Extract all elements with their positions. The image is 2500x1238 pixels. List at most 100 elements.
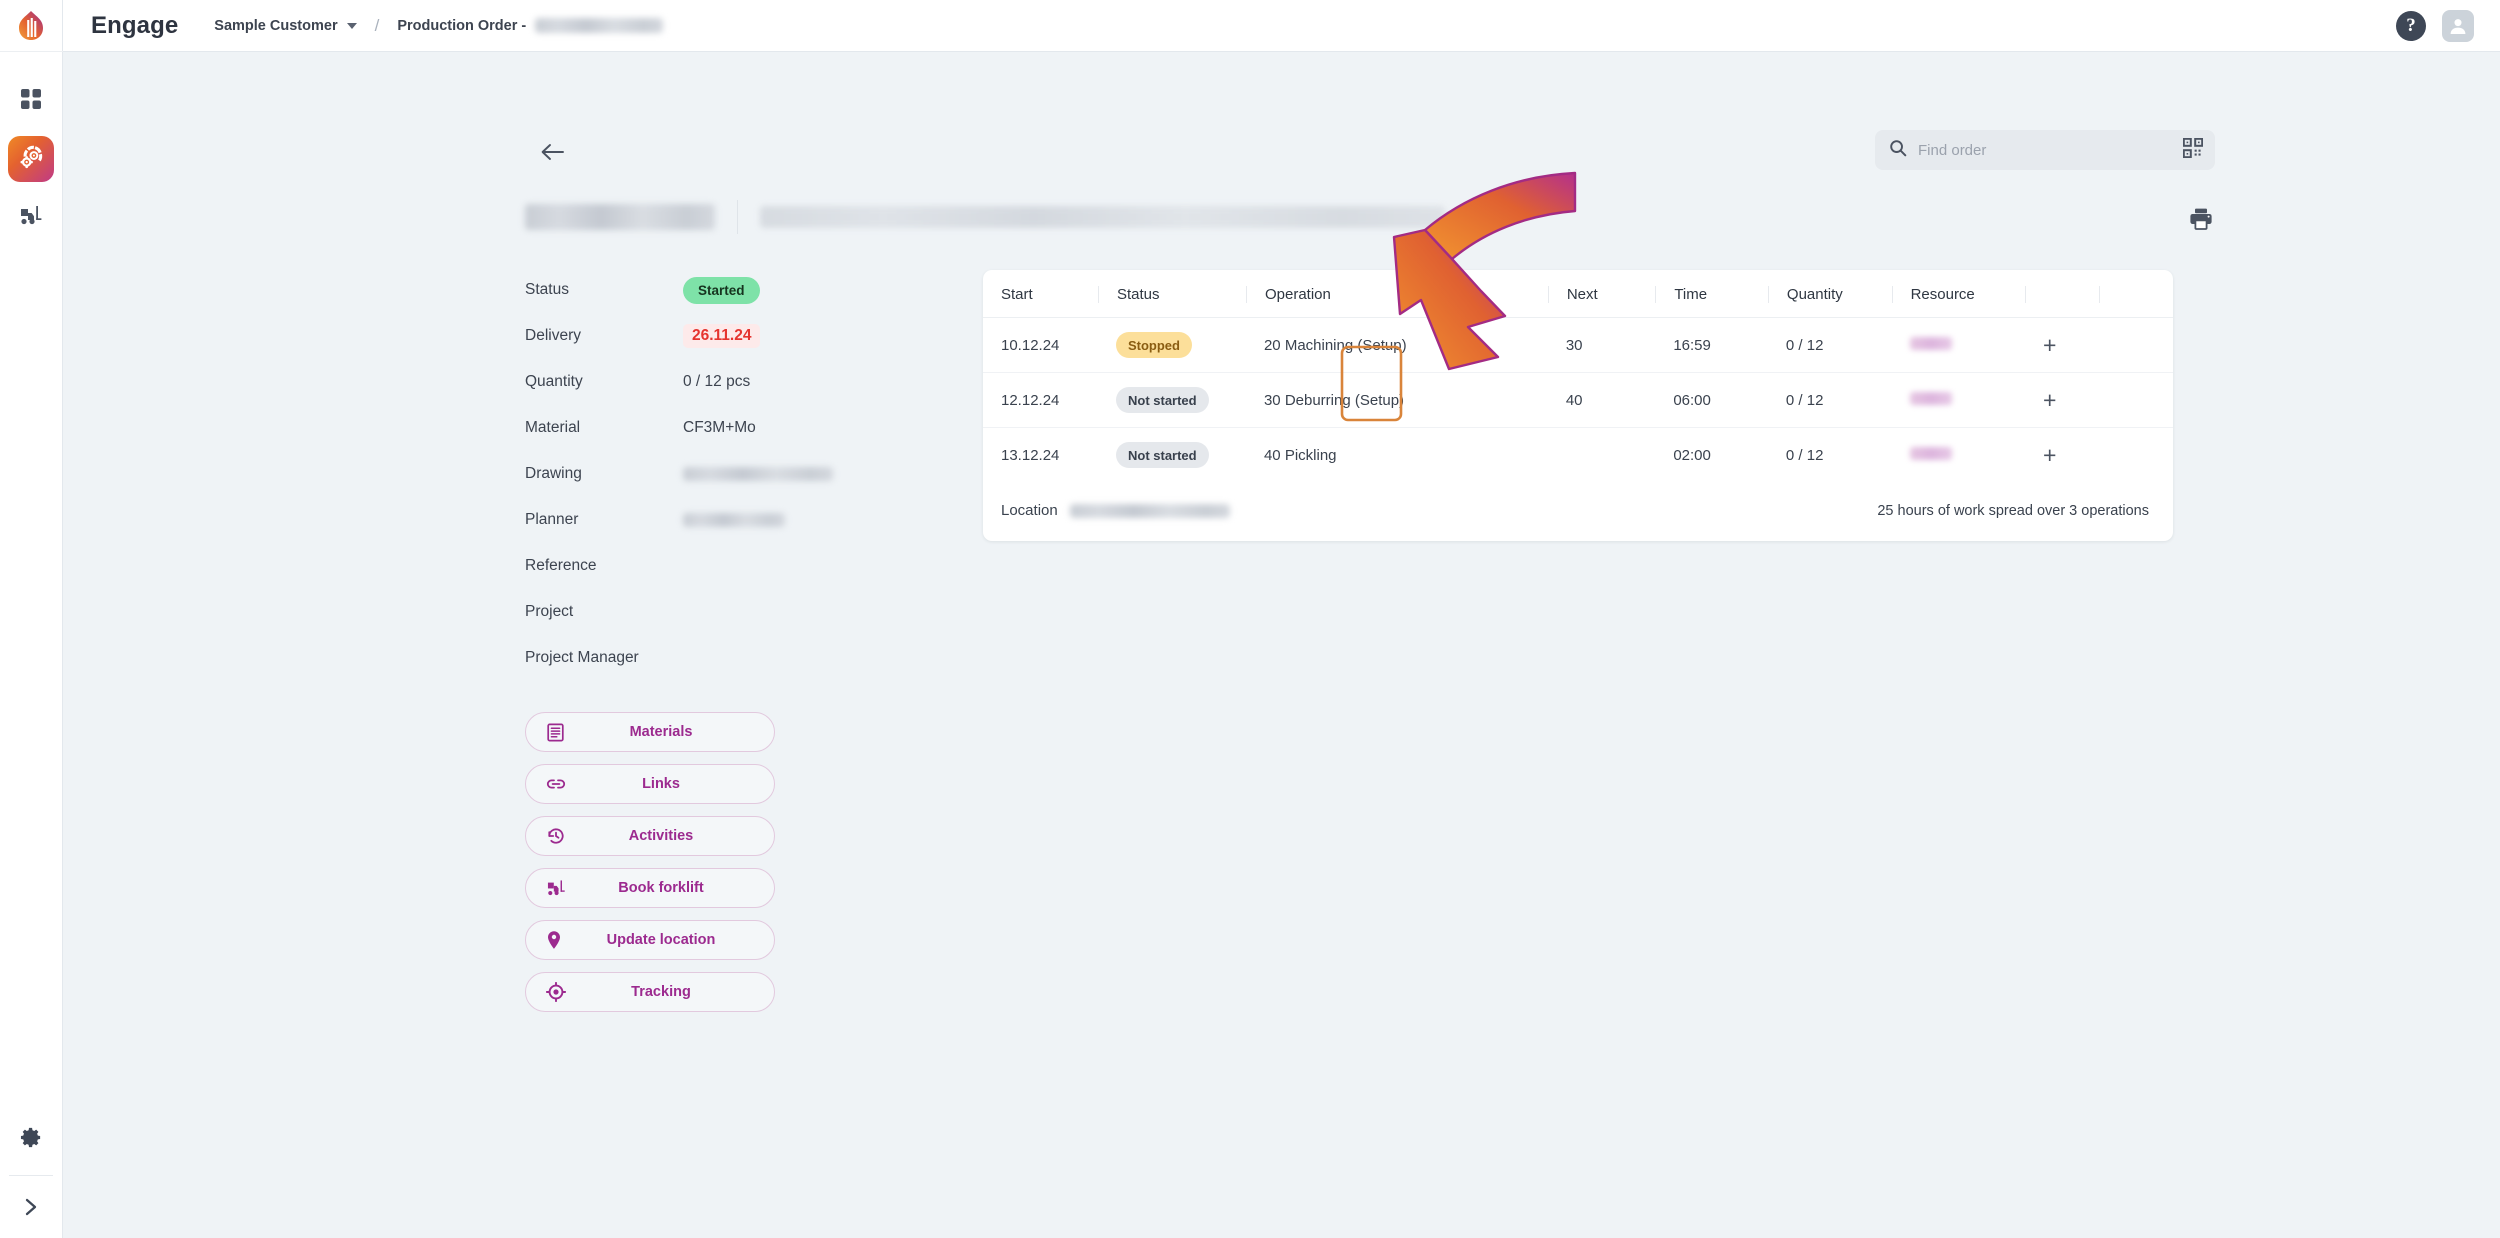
cell-quantity: 0 / 12 <box>1767 372 1892 428</box>
detail-label: Project Manager <box>525 649 639 666</box>
column-header-resource[interactable]: Resource <box>1891 270 2026 318</box>
expand-sidebar-button[interactable] <box>8 1186 54 1232</box>
left-nav-rail <box>0 0 63 1238</box>
map-pin-icon <box>546 930 562 950</box>
detail-row-drawing: Drawing <box>525 451 855 497</box>
cell-resource <box>1892 428 2025 483</box>
user-avatar-icon[interactable] <box>2442 9 2474 42</box>
detail-label: Status <box>525 281 569 298</box>
search-icon <box>1889 139 1907 162</box>
detail-label: Quantity <box>525 373 583 390</box>
search-input[interactable] <box>1918 141 2183 159</box>
detail-label: Delivery <box>525 327 581 344</box>
location-value-redacted <box>1069 503 1230 518</box>
column-header-start[interactable]: Start <box>983 270 1098 318</box>
resource-value-redacted <box>1909 446 1952 460</box>
grid-icon <box>20 88 42 115</box>
sidebar-item-production[interactable] <box>8 136 54 182</box>
gear-icon <box>20 1126 43 1154</box>
operations-table: Start Status Operation Next Time Quantit… <box>983 270 2173 482</box>
cell-status: Stopped <box>1097 317 1246 373</box>
crosshair-icon <box>546 982 566 1002</box>
column-header-quantity[interactable]: Quantity <box>1767 270 1892 318</box>
sidebar-item-dashboard[interactable] <box>8 78 54 124</box>
breadcrumb-order-number-redacted <box>535 18 664 33</box>
table-row[interactable]: 12.12.24 Not started 30 Deburring (Setup… <box>983 372 2173 428</box>
breadcrumb: Sample Customer / Production Order - <box>214 15 664 36</box>
detail-row-status: Status Started <box>525 267 855 313</box>
chain-link-icon <box>546 776 566 792</box>
print-button[interactable] <box>2184 204 2218 238</box>
arrow-left-icon <box>540 142 566 167</box>
detail-label: Reference <box>525 557 597 574</box>
title-divider <box>737 200 738 234</box>
gears-icon <box>18 143 45 175</box>
history-clock-icon <box>546 826 566 846</box>
book-forklift-button[interactable]: Book forklift <box>525 868 775 908</box>
column-header-next[interactable]: Next <box>1547 270 1656 318</box>
detail-value: Started <box>683 276 760 304</box>
cell-time: 16:59 <box>1655 317 1768 373</box>
cell-start: 12.12.24 <box>983 372 1098 428</box>
search-bar[interactable] <box>1875 130 2215 170</box>
help-icon[interactable]: ? <box>2396 10 2426 41</box>
cell-spacer <box>2099 428 2173 483</box>
back-button[interactable] <box>533 134 573 174</box>
rail-item-list <box>8 78 54 240</box>
delivery-date-badge: 26.11.24 <box>683 324 761 348</box>
app-logo[interactable] <box>0 0 63 52</box>
cell-next: 40 <box>1547 372 1656 428</box>
work-summary: 25 hours of work spread over 3 operation… <box>1877 502 2149 519</box>
activities-button[interactable]: Activities <box>525 816 775 856</box>
content-area: Status Started Delivery 26.11.24 Quantit… <box>63 52 2500 1238</box>
sidebar-item-logistics[interactable] <box>8 194 54 240</box>
breadcrumb-page: Production Order - <box>397 18 664 34</box>
detail-row-reference: Reference <box>525 543 855 589</box>
table-row[interactable]: 10.12.24 Stopped 20 Machining (Setup) 30… <box>983 317 2173 373</box>
links-button[interactable]: Links <box>525 764 775 804</box>
top-bar-actions: ? <box>2396 9 2474 42</box>
operations-card-footer: Location 25 hours of work spread over 3 … <box>983 482 2173 541</box>
qr-code-icon[interactable] <box>2182 137 2204 163</box>
printer-icon <box>2188 207 2214 236</box>
table-row[interactable]: 13.12.24 Not started 40 Pickling 02:00 0… <box>983 428 2173 483</box>
update-location-button[interactable]: Update location <box>525 920 775 960</box>
column-header-time[interactable]: Time <box>1655 270 1768 318</box>
column-header-operation[interactable]: Operation <box>1245 270 1548 318</box>
table-header-row: Start Status Operation Next Time Quantit… <box>983 270 2173 318</box>
tracking-button[interactable]: Tracking <box>525 972 775 1012</box>
cell-add-action[interactable]: + <box>2025 372 2100 428</box>
order-code-redacted <box>525 204 715 230</box>
action-label: Update location <box>606 932 716 948</box>
breadcrumb-customer-selector[interactable]: Sample Customer <box>214 18 357 34</box>
detail-label: Planner <box>525 511 579 528</box>
detail-value: 26.11.24 <box>683 324 761 348</box>
forklift-icon <box>19 204 44 231</box>
cell-start: 10.12.24 <box>983 317 1098 373</box>
app-root: Engage Sample Customer / Production Orde… <box>0 0 2500 1238</box>
cell-operation: 30 Deburring (Setup) <box>1245 372 1548 428</box>
cell-add-action[interactable]: + <box>2025 317 2100 373</box>
cell-operation: 20 Machining (Setup) <box>1245 317 1548 373</box>
status-badge: Not started <box>1115 387 1209 413</box>
sidebar-item-settings[interactable] <box>8 1117 54 1163</box>
plus-icon: + <box>2043 386 2057 413</box>
location-label: Location <box>1001 502 1058 519</box>
main-column: Engage Sample Customer / Production Orde… <box>63 0 2500 1238</box>
drawing-value-redacted <box>683 467 833 481</box>
cell-time: 02:00 <box>1673 446 1711 464</box>
resource-value-redacted <box>1909 391 1952 405</box>
detail-label: Drawing <box>525 465 582 482</box>
cell-add-action[interactable]: + <box>2025 428 2099 483</box>
breadcrumb-separator: / <box>374 15 380 35</box>
operations-card: Start Status Operation Next Time Quantit… <box>983 270 2173 541</box>
detail-row-quantity: Quantity 0 / 12 pcs <box>525 359 855 405</box>
column-header-actions <box>2025 270 2100 318</box>
cell-next <box>1548 428 1656 483</box>
column-header-spacer <box>2099 270 2173 318</box>
materials-button[interactable]: Materials <box>525 712 775 752</box>
column-header-status[interactable]: Status <box>1097 270 1246 318</box>
status-badge: Started <box>683 276 760 304</box>
planner-value-redacted <box>683 513 785 527</box>
cell-next: 30 <box>1547 317 1656 373</box>
